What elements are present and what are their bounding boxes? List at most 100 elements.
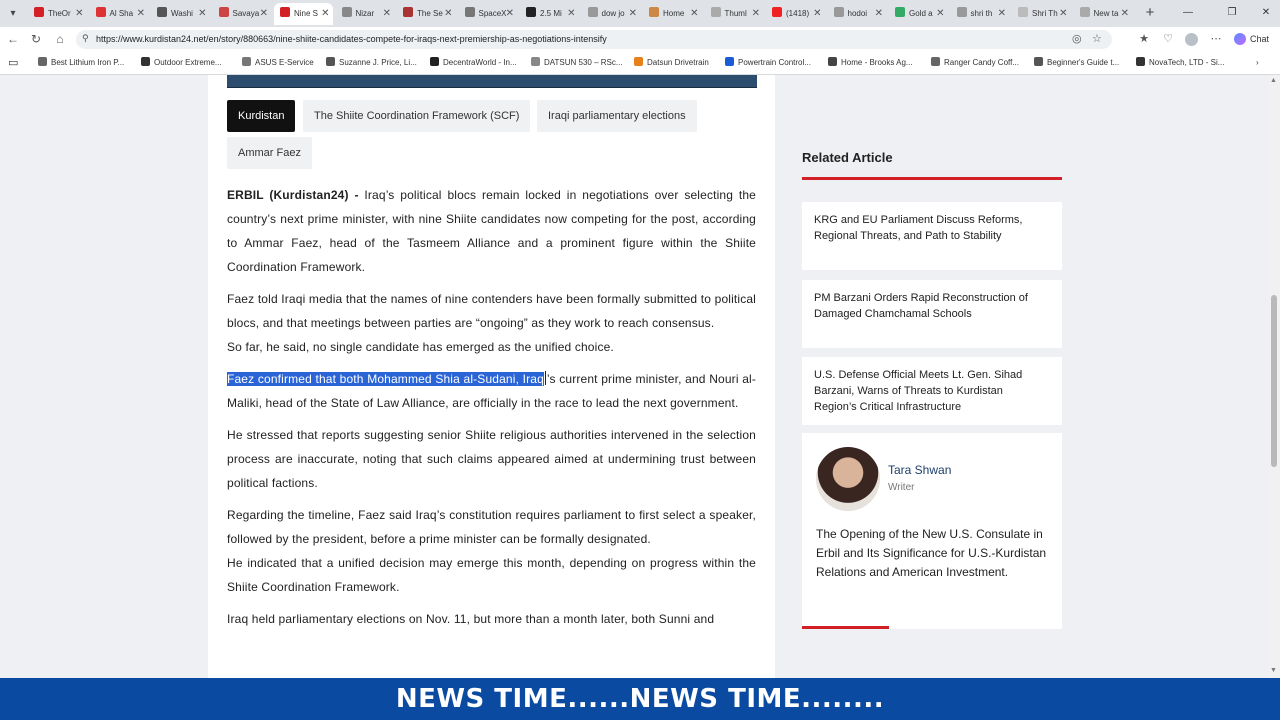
new-tab-button[interactable]: + — [1141, 3, 1159, 23]
bookmark-item[interactable]: Powertrain Control... — [725, 52, 811, 74]
tag-elections[interactable]: Iraqi parliamentary elections — [537, 100, 697, 132]
browser-tab[interactable]: Nizar ✕ — [336, 3, 395, 25]
tag-scf[interactable]: The Shiite Coordination Framework (SCF) — [303, 100, 531, 132]
author-name[interactable]: Tara Shwan — [888, 463, 951, 477]
reader-icon[interactable]: ◎ — [1072, 32, 1082, 45]
tab-close-icon[interactable]: ✕ — [813, 3, 821, 25]
tab-close-icon[interactable]: ✕ — [690, 3, 698, 25]
bookmark-item[interactable]: Suzanne J. Price, Li... — [326, 52, 417, 74]
bookmark-item[interactable]: Home - Brooks Ag... — [828, 52, 913, 74]
tab-favicon-icon — [649, 7, 659, 17]
tab-close-icon[interactable]: ✕ — [383, 3, 391, 25]
author-card[interactable]: Tara Shwan Writer The Opening of the New… — [802, 433, 1062, 629]
browser-tab[interactable]: Nine S ✕ — [274, 3, 333, 25]
browser-tab[interactable]: The Se ✕ — [397, 3, 456, 25]
browser-tab[interactable]: 2.5 Mi ✕ — [520, 3, 579, 25]
tab-close-icon[interactable]: ✕ — [875, 3, 883, 25]
scroll-down-icon[interactable]: ▼ — [1270, 667, 1277, 674]
tab-favicon-icon — [587, 7, 598, 17]
tab-search-icon[interactable]: ▾ — [4, 5, 22, 23]
tab-close-icon[interactable]: ✕ — [1121, 3, 1129, 25]
browser-tab[interactable]: dow jo ✕ — [582, 3, 641, 25]
bookmarks-overflow-icon[interactable]: › — [1256, 52, 1259, 74]
browser-tab[interactable]: Shri Th ✕ — [1012, 3, 1071, 25]
copilot-icon — [1234, 33, 1246, 45]
bookmark-item[interactable]: Best Lithium Iron P... — [38, 52, 124, 74]
bookmark-item[interactable]: ASUS E-Service — [242, 52, 314, 74]
more-menu-icon[interactable]: ⋯ — [1208, 31, 1224, 47]
browser-tab[interactable]: Washi ✕ — [151, 3, 210, 25]
related-article-card[interactable]: U.S. Defense Official Meets Lt. Gen. Sih… — [802, 357, 1062, 425]
browser-tab[interactable]: Gold a ✕ — [889, 3, 948, 25]
address-bar[interactable]: ⚲ https://www.kurdistan24.net/en/story/8… — [76, 30, 1112, 49]
browser-tab[interactable]: Thuml ✕ — [705, 3, 764, 25]
tab-close-icon[interactable]: ✕ — [1059, 3, 1067, 25]
site-info-icon[interactable]: ⚲ — [82, 33, 89, 44]
browser-tab[interactable]: Home ✕ — [643, 3, 702, 25]
browser-tab[interactable]: TheOr ✕ — [28, 3, 87, 25]
tab-label: Gold a — [909, 9, 933, 18]
browser-tab[interactable]: (1418) ✕ — [766, 3, 825, 25]
related-article-title[interactable]: U.S. Defense Official Meets Lt. Gen. Sih… — [814, 367, 1042, 415]
related-article-title[interactable]: KRG and EU Parliament Discuss Reforms, R… — [814, 212, 1042, 244]
bookmark-item[interactable]: Beginner's Guide t... — [1034, 52, 1119, 74]
related-article-title[interactable]: PM Barzani Orders Rapid Reconstruction o… — [814, 290, 1042, 322]
extensions-icon[interactable]: ♡ — [1160, 31, 1176, 47]
close-window-icon[interactable]: ✕ — [1256, 4, 1276, 22]
bookmark-favicon-icon — [531, 57, 540, 66]
author-article-title[interactable]: The Opening of the New U.S. Consulate in… — [816, 525, 1048, 582]
browser-tab[interactable]: hodoi ✕ — [828, 3, 887, 25]
apps-icon[interactable]: ▭ — [8, 52, 18, 74]
bookmark-item[interactable]: DATSUN 530 – RSc... — [531, 52, 623, 74]
minimize-icon[interactable]: — — [1178, 4, 1198, 22]
profile-avatar[interactable] — [1185, 33, 1198, 46]
tag-ammar-faez[interactable]: Ammar Faez — [227, 137, 312, 169]
bookmark-item[interactable]: Outdoor Extreme... — [141, 52, 222, 74]
bookmark-star-icon[interactable]: ☆ — [1092, 32, 1102, 45]
scroll-thumb[interactable] — [1271, 295, 1277, 467]
tab-close-icon[interactable]: ✕ — [567, 3, 575, 25]
bookmark-item[interactable]: DecentraWorld - In... — [430, 52, 517, 74]
bookmark-item[interactable]: Ranger Candy Coff... — [931, 52, 1019, 74]
tab-close-icon[interactable]: ✕ — [444, 3, 452, 25]
bookmark-item[interactable]: Datsun Drivetrain — [634, 52, 709, 74]
reload-icon[interactable]: ↻ — [27, 30, 45, 48]
browser-tab[interactable]: New ta ✕ — [1074, 3, 1133, 25]
back-icon[interactable]: ← — [4, 30, 22, 48]
tab-close-icon[interactable]: ✕ — [629, 3, 637, 25]
tab-close-icon[interactable]: ✕ — [260, 3, 268, 25]
bookmark-item[interactable]: NovaTech, LTD - Si... — [1136, 52, 1224, 74]
browser-tab[interactable]: Savaya ✕ — [213, 3, 272, 25]
browser-tab[interactable]: Al Sha ✕ — [90, 3, 149, 25]
page-scrollbar[interactable]: ▲ ▼ — [1268, 75, 1280, 678]
tab-close-icon[interactable]: ✕ — [321, 3, 329, 25]
tag-kurdistan[interactable]: Kurdistan — [227, 100, 296, 132]
tab-close-icon[interactable]: ✕ — [137, 3, 145, 25]
tab-label: 2.5 Mi — [540, 9, 562, 18]
scroll-up-icon[interactable]: ▲ — [1270, 77, 1277, 84]
restore-icon[interactable]: ❐ — [1222, 4, 1242, 22]
related-article-card[interactable]: KRG and EU Parliament Discuss Reforms, R… — [802, 202, 1062, 270]
browser-tab[interactable]: SpaceX ✕ — [459, 3, 518, 25]
browser-tab[interactable]: shri th ✕ — [951, 3, 1010, 25]
tab-favicon-icon — [1079, 7, 1090, 17]
selected-text[interactable]: Faez confirmed that both Mohammed Shia a… — [227, 372, 544, 386]
author-photo[interactable] — [816, 447, 880, 511]
bookmark-label: Beginner's Guide t... — [1047, 58, 1120, 67]
bookmark-label: NovaTech, LTD - Si... — [1149, 58, 1225, 67]
bookmark-label: Outdoor Extreme... — [154, 58, 222, 67]
tab-close-icon[interactable]: ✕ — [936, 3, 944, 25]
tab-close-icon[interactable]: ✕ — [998, 3, 1006, 25]
tab-favicon-icon — [526, 7, 536, 17]
tab-close-icon[interactable]: ✕ — [506, 3, 514, 25]
chat-button[interactable]: Chat — [1234, 31, 1269, 48]
tab-label: Washi — [171, 9, 193, 18]
tab-close-icon[interactable]: ✕ — [198, 3, 206, 25]
home-icon[interactable]: ⌂ — [51, 30, 69, 48]
tab-close-icon[interactable]: ✕ — [75, 3, 83, 25]
tab-favicon-icon — [34, 7, 44, 17]
text-cursor — [544, 371, 546, 385]
favorites-icon[interactable]: ★ — [1136, 31, 1152, 47]
related-article-card[interactable]: PM Barzani Orders Rapid Reconstruction o… — [802, 280, 1062, 348]
tab-close-icon[interactable]: ✕ — [752, 3, 760, 25]
